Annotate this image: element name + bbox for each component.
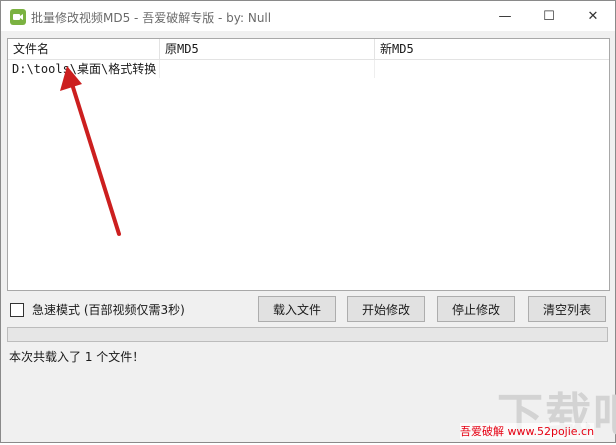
main-window: 批量修改视频MD5 - 吾爱破解专版 - by: Null — ☐ ✕ 文件名 … [0,0,616,443]
fast-mode-option[interactable]: 急速模式 (百部视频仅需3秒) [10,301,185,318]
fast-mode-label[interactable]: 急速模式 (百部视频仅需3秒) [32,301,185,318]
stop-modify-button[interactable]: 停止修改 [437,296,515,322]
table-row[interactable]: D:\tools\桌面\格式转换 [8,60,609,78]
column-header-original-md5[interactable]: 原MD5 [160,39,375,59]
fast-mode-checkbox[interactable] [10,302,24,317]
status-text: 本次共载入了 1 个文件！ [9,350,145,364]
watermark-url: 吾爱破解 www.52pojie.cn [460,423,595,439]
close-button[interactable]: ✕ [571,1,615,31]
minimize-button[interactable]: — [483,1,527,31]
file-list[interactable]: 文件名 原MD5 新MD5 D:\tools\桌面\格式转换 [7,38,610,291]
cell-filename: D:\tools\桌面\格式转换 [8,60,160,78]
column-header-filename[interactable]: 文件名 [8,39,160,59]
maximize-button[interactable]: ☐ [527,1,571,31]
clear-list-button[interactable]: 清空列表 [528,296,606,322]
progress-bar [7,327,608,342]
cell-new-md5 [375,60,609,78]
cell-original-md5 [160,60,375,78]
column-header-new-md5[interactable]: 新MD5 [375,39,609,59]
title-bar: 批量修改视频MD5 - 吾爱破解专版 - by: Null — ☐ ✕ [1,1,615,31]
start-modify-button[interactable]: 开始修改 [347,296,425,322]
window-title: 批量修改视频MD5 - 吾爱破解专版 - by: Null [31,11,272,25]
load-files-button[interactable]: 载入文件 [258,296,336,322]
app-icon [10,9,26,25]
list-header: 文件名 原MD5 新MD5 [8,39,609,60]
